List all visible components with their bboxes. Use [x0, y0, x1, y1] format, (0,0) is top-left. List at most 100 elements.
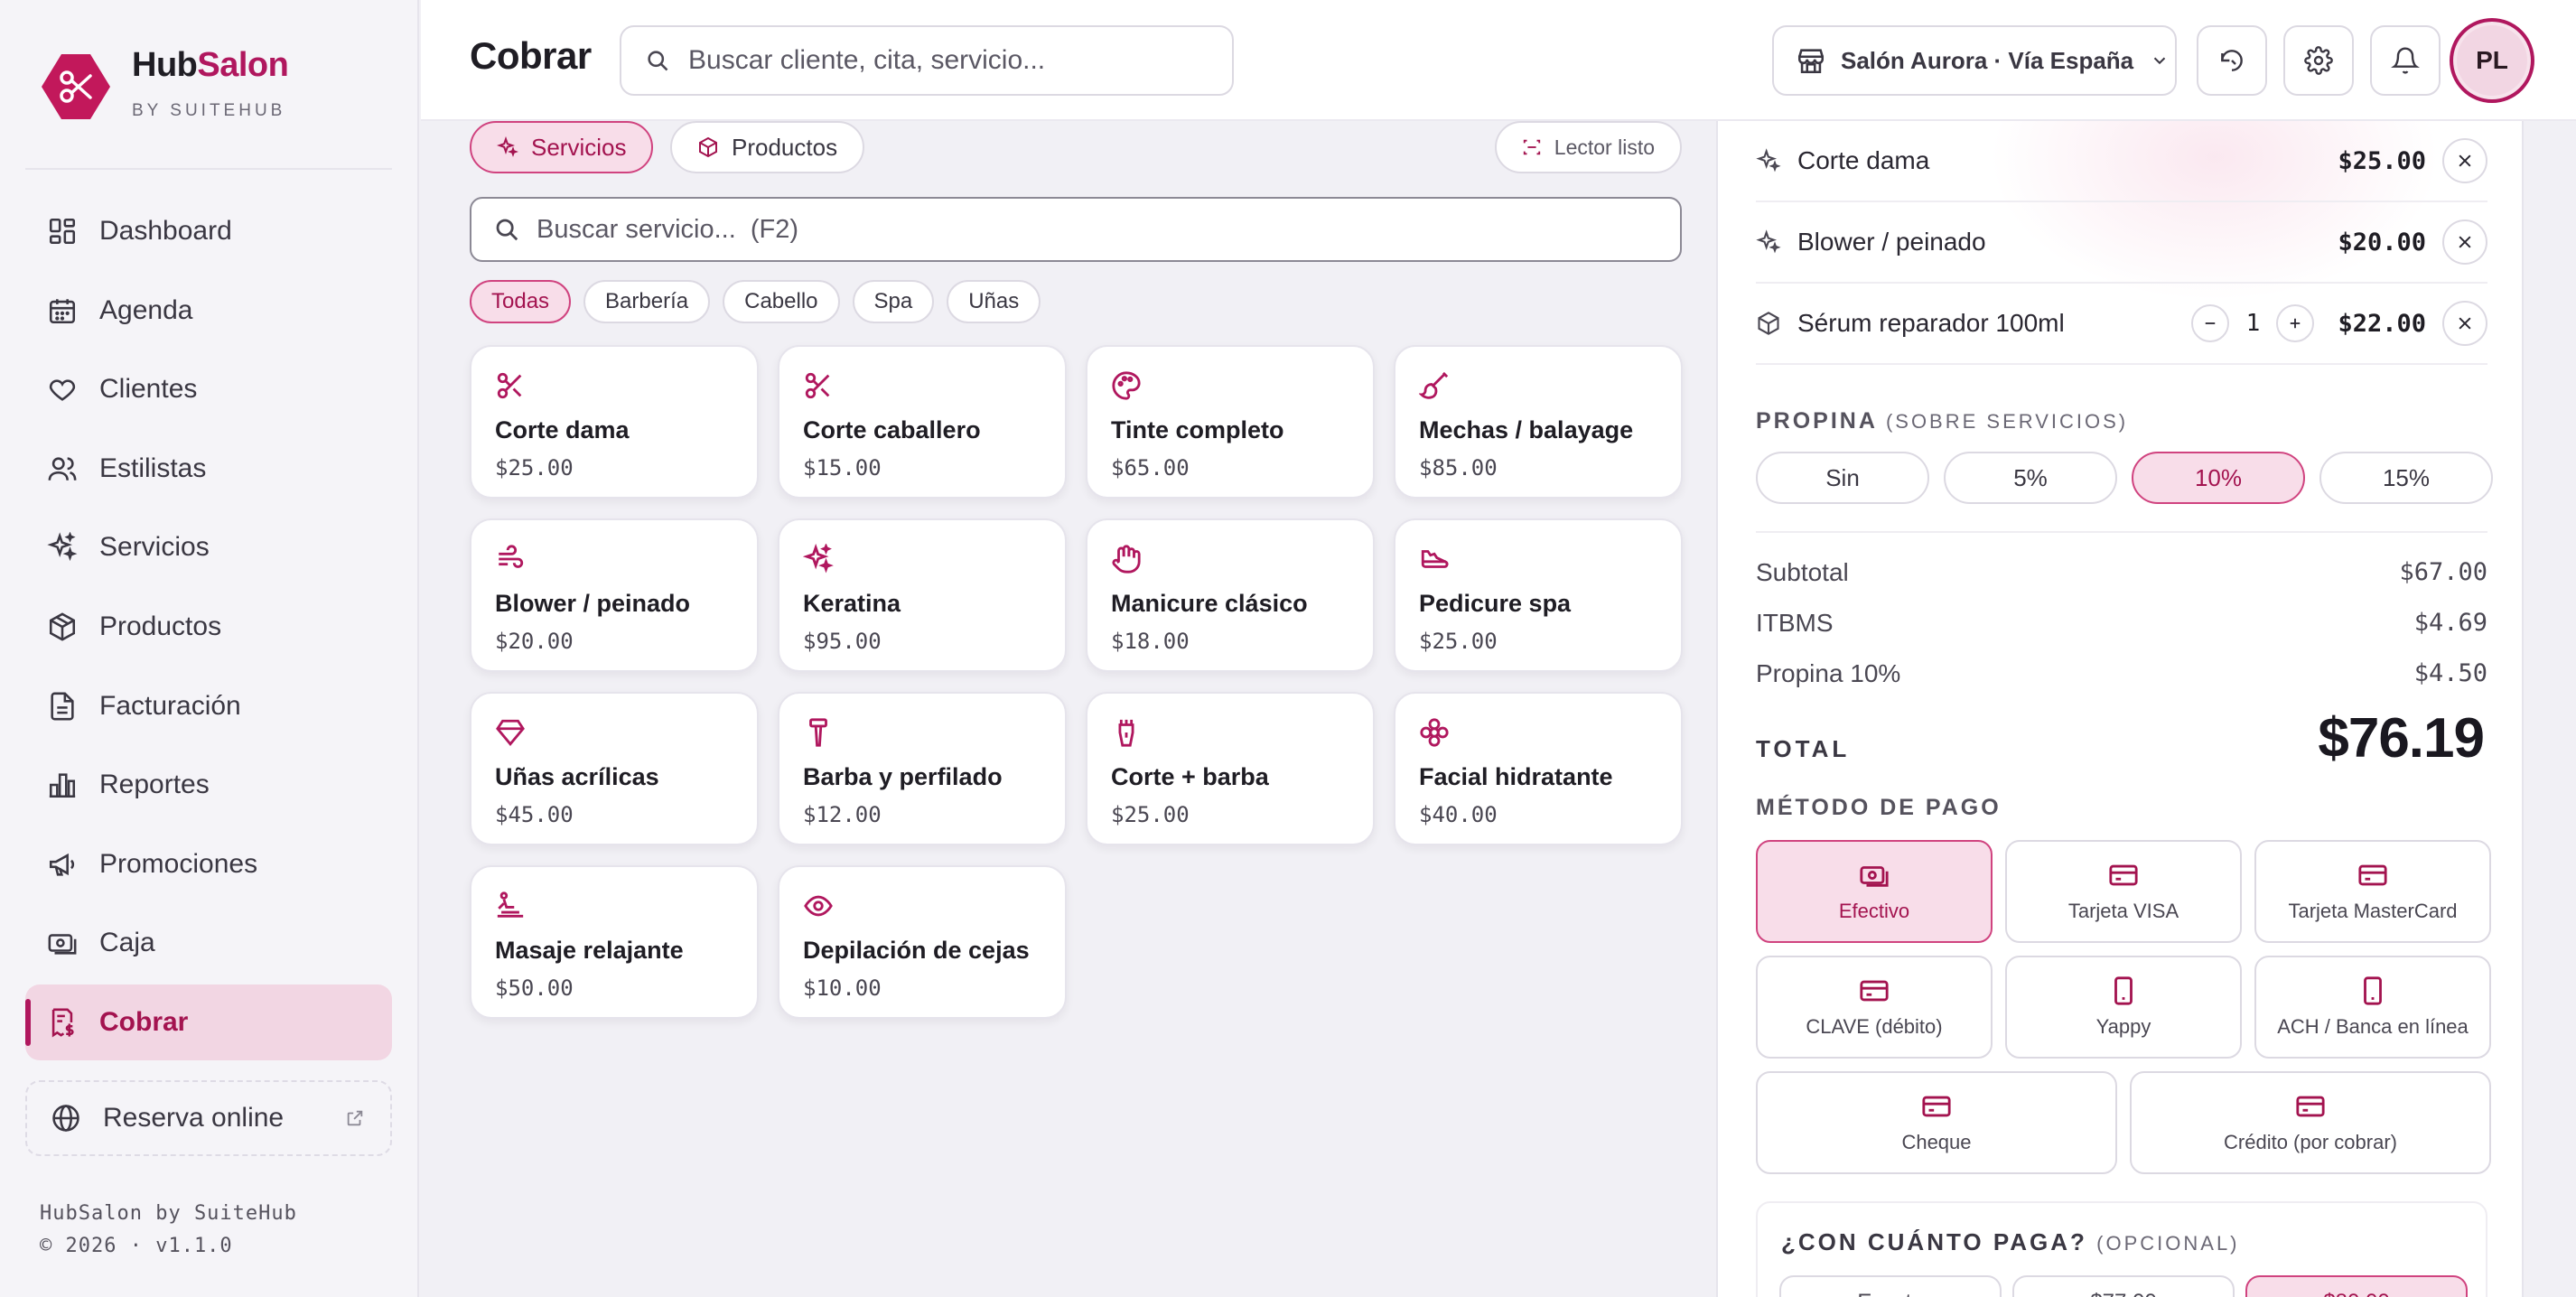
category-chip-todas[interactable]: Todas — [470, 280, 572, 323]
total-value: $76.19 — [2318, 707, 2485, 770]
service-card[interactable]: Blower / peinado $20.00 — [470, 518, 759, 672]
catalog-area: Servicios Productos Lector listo Todas B… — [421, 121, 1716, 1297]
payment-method-ach[interactable]: ACH / Banca en línea — [2254, 956, 2491, 1059]
service-card[interactable]: Keratina $95.00 — [778, 518, 1067, 672]
payment-method-credito[interactable]: Crédito (por cobrar) — [2130, 1071, 2491, 1174]
tip-option-5[interactable]: 5% — [1944, 452, 2117, 504]
remove-line-button[interactable] — [2442, 301, 2487, 346]
refresh-button[interactable] — [2197, 25, 2267, 96]
tip-option-10[interactable]: 10% — [2132, 452, 2305, 504]
service-card[interactable]: Facial hidratante $40.00 — [1394, 692, 1683, 845]
category-chip-unas[interactable]: Uñas — [947, 280, 1041, 323]
tax-row: ITBMS $4.69 — [1756, 609, 2487, 638]
cash-option-80[interactable]: $80.00 — [2245, 1275, 2468, 1297]
calendar-icon — [49, 298, 76, 323]
tax-value: $4.69 — [2413, 609, 2487, 637]
cash-option-exacto[interactable]: Exacto — [1779, 1275, 2002, 1297]
brand-name: HubSalon — [132, 46, 289, 84]
service-search[interactable] — [470, 197, 1682, 262]
cash-icon — [1860, 866, 1889, 887]
tab-label: Productos — [732, 133, 838, 161]
payment-method-cheque[interactable]: Cheque — [1756, 1071, 2117, 1174]
payment-method-label: Yappy — [2095, 1015, 2151, 1038]
scanner-status-label: Lector listo — [1554, 135, 1655, 159]
sidebar-item-estilistas[interactable]: Estilistas — [25, 431, 392, 507]
location-label: Salón Aurora · Vía España — [1841, 46, 2134, 74]
sidebar-item-label: Clientes — [99, 374, 198, 405]
settings-button[interactable] — [2283, 25, 2354, 96]
tip-option-none[interactable]: Sin — [1756, 452, 1929, 504]
remove-line-button[interactable] — [2442, 219, 2487, 265]
category-chip-spa[interactable]: Spa — [852, 280, 935, 323]
global-search-input[interactable] — [688, 45, 1230, 76]
sidebar-item-dashboard[interactable]: Dashboard — [25, 193, 392, 269]
service-card[interactable]: Barba y perfilado $12.00 — [778, 692, 1067, 845]
tip-option-15[interactable]: 15% — [2319, 452, 2493, 504]
service-card[interactable]: Depilación de cejas $10.00 — [778, 865, 1067, 1019]
cash-option-77[interactable]: $77.00 — [2012, 1275, 2235, 1297]
service-name: Depilación de cejas — [803, 937, 1030, 964]
sidebar-item-productos[interactable]: Productos — [25, 589, 392, 665]
service-card[interactable]: Mechas / balayage $85.00 — [1394, 345, 1683, 499]
user-avatar[interactable]: PL — [2450, 18, 2534, 103]
scanner-status[interactable]: Lector listo — [1494, 121, 1682, 173]
payment-method-clave[interactable]: CLAVE (débito) — [1756, 956, 1993, 1059]
brush-icon — [1418, 371, 1449, 399]
service-card[interactable]: Manicure clásico $18.00 — [1086, 518, 1375, 672]
service-price: $20.00 — [495, 629, 574, 654]
cart-line: Blower / peinado $20.00 — [1756, 202, 2487, 284]
search-icon — [496, 219, 518, 241]
package-icon — [49, 612, 76, 641]
sidebar-item-agenda[interactable]: Agenda — [25, 273, 392, 349]
scissors-icon — [497, 372, 522, 399]
category-chip-barberia[interactable]: Barbería — [583, 280, 711, 323]
sidebar-item-cobrar[interactable]: Cobrar — [25, 984, 392, 1060]
service-card[interactable]: Uñas acrílicas $45.00 — [470, 692, 759, 845]
sparkles-icon — [1756, 229, 1781, 254]
service-price: $10.00 — [803, 975, 882, 1001]
tab-servicios[interactable]: Servicios — [470, 121, 654, 173]
sidebar-item-promociones[interactable]: Promociones — [25, 826, 392, 902]
payment-method-mastercard[interactable]: Tarjeta MasterCard — [2254, 840, 2491, 943]
service-name: Pedicure spa — [1419, 590, 1572, 617]
payment-method-efectivo[interactable]: Efectivo — [1756, 840, 1993, 943]
cash-tendered-label: ¿CON CUÁNTO PAGA? (OPCIONAL) — [1781, 1228, 2240, 1255]
cart-line-price: $22.00 — [2338, 309, 2426, 338]
history-icon — [2221, 50, 2243, 71]
remove-line-button[interactable] — [2442, 138, 2487, 183]
reserva-online-link[interactable]: Reserva online — [25, 1080, 392, 1156]
quantity-value: 1 — [2245, 310, 2261, 337]
chevron-down-icon — [2153, 57, 2166, 65]
increase-qty-button[interactable] — [2276, 304, 2315, 342]
service-card[interactable]: Corte + barba $25.00 — [1086, 692, 1375, 845]
service-card[interactable]: Pedicure spa $25.00 — [1394, 518, 1683, 672]
payment-method-yappy[interactable]: Yappy — [2005, 956, 2242, 1059]
quantity-stepper: 1 — [2191, 304, 2315, 342]
category-chip-cabello[interactable]: Cabello — [723, 280, 840, 323]
sidebar-item-label: Servicios — [99, 532, 210, 563]
service-card[interactable]: Masaje relajante $50.00 — [470, 865, 759, 1019]
credit-card-icon — [2358, 864, 2387, 886]
service-search-input[interactable] — [537, 214, 1620, 245]
payment-method-visa[interactable]: Tarjeta VISA — [2005, 840, 2242, 943]
sidebar-item-facturacion[interactable]: Facturación — [25, 668, 392, 744]
service-card[interactable]: Corte caballero $15.00 — [778, 345, 1067, 499]
service-card[interactable]: Corte dama $25.00 — [470, 345, 759, 499]
payment-method-label: Tarjeta MasterCard — [2288, 900, 2458, 922]
sidebar-item-reportes[interactable]: Reportes — [25, 747, 392, 823]
sidebar-item-caja[interactable]: Caja — [25, 905, 392, 981]
location-selector[interactable]: Salón Aurora · Vía España — [1772, 25, 2177, 96]
cart-line-name: Corte dama — [1797, 146, 1930, 174]
tab-productos[interactable]: Productos — [670, 121, 865, 173]
service-card[interactable]: Tinte completo $65.00 — [1086, 345, 1375, 499]
sidebar-item-clientes[interactable]: Clientes — [25, 351, 392, 427]
cash-register-icon — [48, 934, 77, 955]
payment-method-label: Efectivo — [1838, 900, 1910, 922]
sidebar-item-servicios[interactable]: Servicios — [25, 509, 392, 585]
global-search[interactable] — [620, 25, 1234, 96]
notifications-button[interactable] — [2370, 25, 2441, 96]
flower-icon — [1420, 718, 1449, 747]
razor-icon — [809, 718, 827, 747]
brand[interactable]: HubSalon BY SUITEHUB — [40, 43, 289, 123]
decrease-qty-button[interactable] — [2191, 304, 2230, 342]
